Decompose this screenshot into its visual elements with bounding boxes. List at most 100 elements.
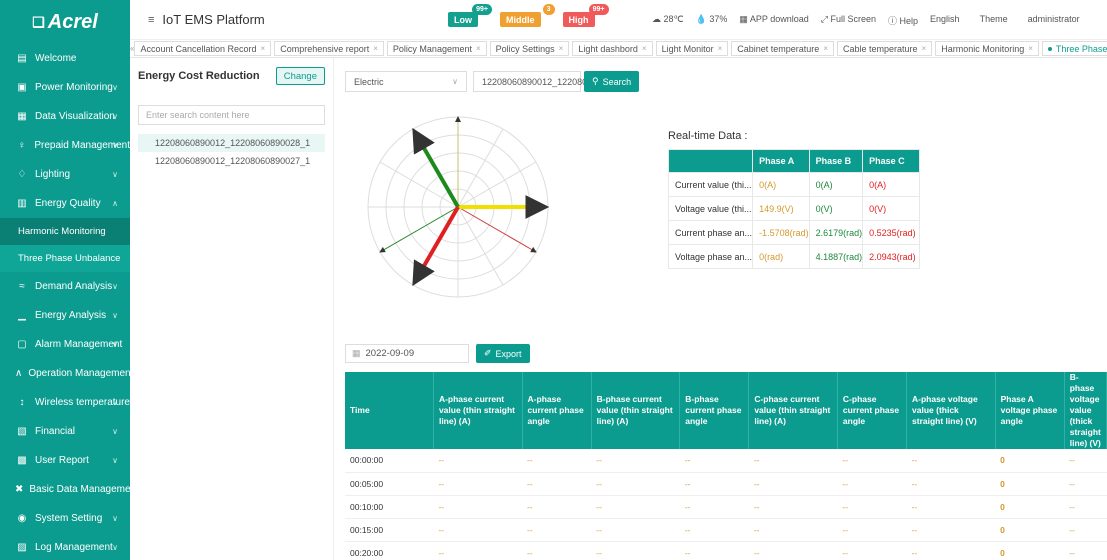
- table-cell: --: [1064, 449, 1107, 473]
- alarm-count: 99+: [472, 4, 492, 15]
- filter-bar: Electric∨ 12208060890012_122080∨ ⚲Search: [345, 71, 640, 92]
- history-column-header: A-phase current value (thin straight lin…: [433, 372, 523, 449]
- sidebar-item-energy-quality[interactable]: ▥ Energy Quality ∧: [0, 189, 130, 218]
- close-icon[interactable]: ×: [823, 44, 828, 53]
- calendar-icon: ▦: [352, 348, 361, 358]
- sidebar-item-label: Log Management: [35, 542, 113, 553]
- device-list-item[interactable]: 12208060890012_12208060890028_1: [138, 134, 325, 152]
- energy-type-select[interactable]: Electric ∨: [345, 71, 467, 92]
- change-button[interactable]: Change: [275, 67, 325, 85]
- tab-harmonic-monitoring[interactable]: Harmonic Monitoring ×: [935, 41, 1039, 56]
- tab-light-monitor[interactable]: Light Monitor ×: [655, 41, 729, 56]
- table-cell: --: [591, 449, 680, 473]
- close-icon[interactable]: ×: [261, 44, 266, 53]
- menu-toggle-icon[interactable]: ≡: [148, 14, 154, 26]
- tab-three-phase-unbalance[interactable]: Three Phase Unbalance×: [1041, 41, 1107, 56]
- sidebar-item-data-visualization[interactable]: ▦ Data Visualization ∨: [0, 102, 130, 131]
- sidebar-item-operation-management[interactable]: ∧ Operation Management: [0, 359, 133, 388]
- phase-c-value: 0(A): [862, 172, 921, 197]
- sidebar-item-basic-data-management[interactable]: ✖ Basic Data Management: [0, 475, 139, 504]
- sidebar-item-user-report[interactable]: ▩ User Report ∨: [0, 446, 130, 475]
- table-row: 00:05:00 -- -- -- -- -- -- -- 0 --: [345, 472, 1107, 496]
- realtime-header-phase-b: Phase B: [808, 149, 864, 173]
- user-menu[interactable]: administrator: [1028, 14, 1080, 27]
- sidebar-item-energy-analysis[interactable]: ▁ Energy Analysis ∨: [0, 301, 130, 330]
- full-screen-link[interactable]: ⤢ Full Screen: [821, 14, 876, 27]
- device-list-item[interactable]: 12208060890012_12208060890027_1: [138, 152, 325, 170]
- sidebar-item-system-setting[interactable]: ◉ System Setting ∨: [0, 504, 130, 533]
- table-cell: 00:00:00: [345, 449, 434, 473]
- tab-label: Comprehensive report: [280, 43, 370, 54]
- table-cell: --: [837, 518, 907, 542]
- sidebar-item-prepaid-management[interactable]: ♀ Prepaid Management ∨: [0, 131, 130, 160]
- tab-cable-temperature[interactable]: Cable temperature ×: [836, 41, 933, 56]
- history-column-header: B-phase current value (thin straight lin…: [591, 372, 681, 449]
- export-button[interactable]: ✐ Export: [476, 344, 530, 363]
- search-button[interactable]: ⚲ Search: [584, 71, 640, 92]
- tab-policy-settings[interactable]: Policy Settings ×: [489, 41, 570, 56]
- logo-text: Acrel: [47, 10, 98, 33]
- close-icon[interactable]: ×: [373, 44, 378, 53]
- tab-cabinet-temperature[interactable]: Cabinet temperature ×: [731, 41, 834, 56]
- language-link[interactable]: English: [930, 14, 960, 27]
- sidebar-item-demand-analysis[interactable]: ≈ Demand Analysis ∨: [0, 272, 130, 301]
- close-icon[interactable]: ×: [642, 44, 647, 53]
- chevron-down-icon: ∨: [112, 311, 118, 320]
- device-select[interactable]: 12208060890012_122080∨: [473, 71, 593, 92]
- table-cell: 00:15:00: [345, 518, 434, 542]
- alarm-badge-low[interactable]: Low 99+: [448, 4, 492, 27]
- sidebar-item-lighting[interactable]: ♢ Lighting ∨: [0, 160, 130, 189]
- active-dot-icon: [1047, 46, 1052, 51]
- tab-policy-management[interactable]: Policy Management ×: [386, 41, 487, 56]
- tab-comprehensive-report[interactable]: Comprehensive report ×: [274, 41, 384, 56]
- app-download-link[interactable]: ▦ APP download: [739, 14, 808, 27]
- date-picker[interactable]: ▦ 2022-09-09: [345, 344, 469, 363]
- realtime-header-phase-c: Phase C: [862, 149, 921, 173]
- sidebar-item-label: Energy Analysis: [35, 310, 107, 321]
- theme-link[interactable]: Theme: [980, 14, 1008, 27]
- table-cell: --: [679, 449, 749, 473]
- table-row: 00:20:00 -- -- -- -- -- -- -- 0 --: [345, 541, 1107, 560]
- sidebar-item-log-management[interactable]: ▨ Log Management ∨: [0, 533, 130, 560]
- sidebar: ❑ Acrel ▤ Welcome ▣ Power Monitoring ∨ ▦ Data …: [0, 0, 139, 560]
- phase-b-value: 2.6179(rad): [808, 220, 864, 245]
- sidebar-item-label: User Report: [35, 455, 89, 466]
- sidebar-item-power-monitoring[interactable]: ▣ Power Monitoring ∨: [0, 73, 130, 102]
- table-cell: --: [522, 495, 592, 519]
- realtime-row-label: Voltage value (thi...: [667, 196, 754, 221]
- history-column-header: C-phase current phase angle: [837, 372, 908, 449]
- realtime-header-blank: [667, 149, 754, 173]
- close-icon[interactable]: ×: [718, 44, 723, 53]
- help-link[interactable]: ⓘ Help: [888, 14, 918, 27]
- phase-b-value: 0(V): [808, 196, 864, 221]
- table-cell: --: [906, 495, 996, 519]
- tab-light-dashbord[interactable]: Light dashbord ×: [572, 41, 653, 56]
- sidebar-item-label: Lighting: [35, 169, 71, 180]
- table-row: 00:10:00 -- -- -- -- -- -- -- 0 --: [345, 495, 1107, 519]
- chevron-down-icon: ∨: [112, 340, 118, 349]
- table-cell: --: [748, 472, 838, 496]
- close-icon[interactable]: ×: [559, 44, 564, 53]
- sidebar-subitem-harmonic-monitoring[interactable]: Harmonic Monitoring: [0, 218, 130, 245]
- sidebar-item-welcome[interactable]: ▤ Welcome: [0, 44, 130, 73]
- sidebar-item-financial[interactable]: ▧ Financial ∨: [0, 417, 130, 446]
- sidebar-subitem-three-phase-unbalance[interactable]: Three Phase Unbalance: [0, 245, 130, 272]
- tab-account-cancellation-record[interactable]: Account Cancellation Record ×: [134, 41, 272, 56]
- device-search-input[interactable]: Enter search content here: [138, 105, 325, 125]
- close-icon[interactable]: ×: [1028, 44, 1033, 53]
- table-cell: --: [433, 495, 523, 519]
- voltage-phasor-b: [412, 127, 460, 209]
- table-cell: --: [837, 541, 907, 560]
- table-cell: --: [748, 541, 838, 560]
- alarm-badge-middle[interactable]: Middle 3: [500, 4, 555, 27]
- close-icon[interactable]: ×: [476, 44, 481, 53]
- realtime-row: Current value (thi... 0(A) 0(A) 0(A): [667, 172, 921, 197]
- table-cell: --: [1064, 472, 1107, 496]
- alarm-badge-high[interactable]: High 99+: [562, 4, 609, 27]
- table-cell: 0: [995, 472, 1065, 496]
- close-icon[interactable]: ×: [922, 44, 927, 53]
- sidebar-item-alarm-management[interactable]: ▢ Alarm Management ∨: [0, 330, 130, 359]
- sidebar-item-wireless-temperature[interactable]: ↕ Wireless temperature ∨: [0, 388, 130, 417]
- table-row: 00:15:00 -- -- -- -- -- -- -- 0 --: [345, 518, 1107, 542]
- table-cell: --: [906, 541, 996, 560]
